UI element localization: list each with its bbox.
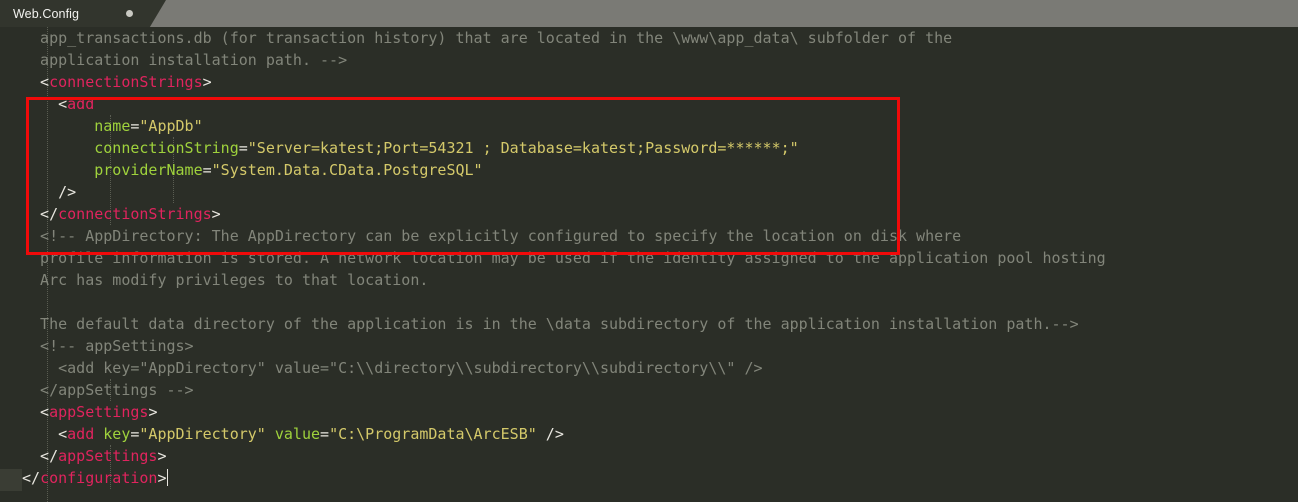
code-line[interactable]: <add key="AppDirectory" value="C:\Progra… <box>0 423 1106 445</box>
code-line[interactable]: </appSettings --> <box>0 379 1106 401</box>
code-token-attr: key <box>94 425 131 443</box>
code-line[interactable]: The default data directory of the applic… <box>0 313 1106 335</box>
code-token-tagname: add <box>67 95 95 113</box>
code-token-comment: profile information is stored. A network… <box>22 249 1106 267</box>
code-line[interactable]: <appSettings> <box>0 401 1106 423</box>
code-token-punct: < <box>22 73 50 91</box>
code-token-attr: value <box>265 425 321 443</box>
code-line[interactable]: </connectionStrings> <box>0 203 1106 225</box>
source-code[interactable]: app_transactions.db (for transaction his… <box>0 27 1106 489</box>
code-token-tagname: add <box>67 425 95 443</box>
code-token-punct: </ <box>22 205 59 223</box>
code-line[interactable]: connectionString="Server=katest;Port=543… <box>0 137 1106 159</box>
code-token-attr: connectionString <box>22 139 239 157</box>
unsaved-changes-dot-icon[interactable] <box>126 10 133 17</box>
code-token-punct: < <box>22 403 50 421</box>
code-token-eq: = <box>238 139 248 157</box>
code-line[interactable]: <add <box>0 93 1106 115</box>
code-token-comment: <!-- AppDirectory: The AppDirectory can … <box>22 227 962 245</box>
code-token-comment: application installation path. --> <box>22 51 348 69</box>
code-token-attr: name <box>22 117 131 135</box>
code-token-comment: Arc has modify privileges to that locati… <box>22 271 429 289</box>
code-token-punct: > <box>202 73 212 91</box>
code-token-tagname: connectionStrings <box>49 73 203 91</box>
code-token-val: "AppDirectory" <box>139 425 266 443</box>
code-token-comment: <add key="AppDirectory" value="C:\\direc… <box>22 359 763 377</box>
code-token-tagname: configuration <box>40 469 158 487</box>
code-token-comment: The default data directory of the applic… <box>22 315 1079 333</box>
code-token-punct: /> <box>536 425 564 443</box>
code-token-eq: = <box>320 425 330 443</box>
code-line[interactable]: Arc has modify privileges to that locati… <box>0 269 1106 291</box>
code-line[interactable]: name="AppDb" <box>0 115 1106 137</box>
tab-label: Web.Config <box>13 6 80 21</box>
code-line[interactable]: /> <box>0 181 1106 203</box>
code-line[interactable]: providerName="System.Data.CData.PostgreS… <box>0 159 1106 181</box>
code-token-val: "C:\ProgramData\ArcESB" <box>329 425 537 443</box>
code-token-attr: providerName <box>22 161 203 179</box>
code-token-val: "System.Data.CData.PostgreSQL" <box>211 161 483 179</box>
code-token-tagname: appSettings <box>58 447 158 465</box>
code-token-comment: </appSettings --> <box>22 381 194 399</box>
code-token-punct: > <box>211 205 221 223</box>
code-token-tagname: connectionStrings <box>58 205 212 223</box>
text-caret <box>166 469 168 486</box>
code-token-punct: < <box>22 95 68 113</box>
code-token-punct: </ <box>22 469 41 487</box>
code-line[interactable]: <connectionStrings> <box>0 71 1106 93</box>
code-token-val: "Server=katest;Port=54321 ; Database=kat… <box>247 139 799 157</box>
code-token-val: "AppDb" <box>139 117 203 135</box>
code-line[interactable]: app_transactions.db (for transaction his… <box>0 27 1106 49</box>
code-token-punct: > <box>157 469 167 487</box>
code-token-tagname: appSettings <box>49 403 149 421</box>
code-line[interactable]: profile information is stored. A network… <box>0 247 1106 269</box>
code-token-comment: <!-- appSettings> <box>22 337 194 355</box>
code-token-eq: = <box>202 161 212 179</box>
code-line[interactable]: <!-- appSettings> <box>0 335 1106 357</box>
code-token-punct: < <box>22 425 68 443</box>
code-token-comment: app_transactions.db (for transaction his… <box>22 29 953 47</box>
code-line[interactable]: </configuration> <box>0 467 1106 489</box>
code-line[interactable]: </appSettings> <box>0 445 1106 467</box>
code-token-punct: /> <box>22 183 77 201</box>
code-token-punct: > <box>157 447 167 465</box>
code-line[interactable]: <add key="AppDirectory" value="C:\\direc… <box>0 357 1106 379</box>
code-line[interactable]: application installation path. --> <box>0 49 1106 71</box>
code-editor[interactable]: app_transactions.db (for transaction his… <box>0 27 1298 502</box>
code-line[interactable] <box>0 291 1106 313</box>
code-line[interactable]: <!-- AppDirectory: The AppDirectory can … <box>0 225 1106 247</box>
tab-web-config[interactable]: Web.Config <box>0 0 140 27</box>
editor-tab-bar: Web.Config <box>0 0 1298 27</box>
code-token-punct: > <box>148 403 158 421</box>
code-token-punct: </ <box>22 447 59 465</box>
tab-edge-decoration <box>140 0 166 27</box>
